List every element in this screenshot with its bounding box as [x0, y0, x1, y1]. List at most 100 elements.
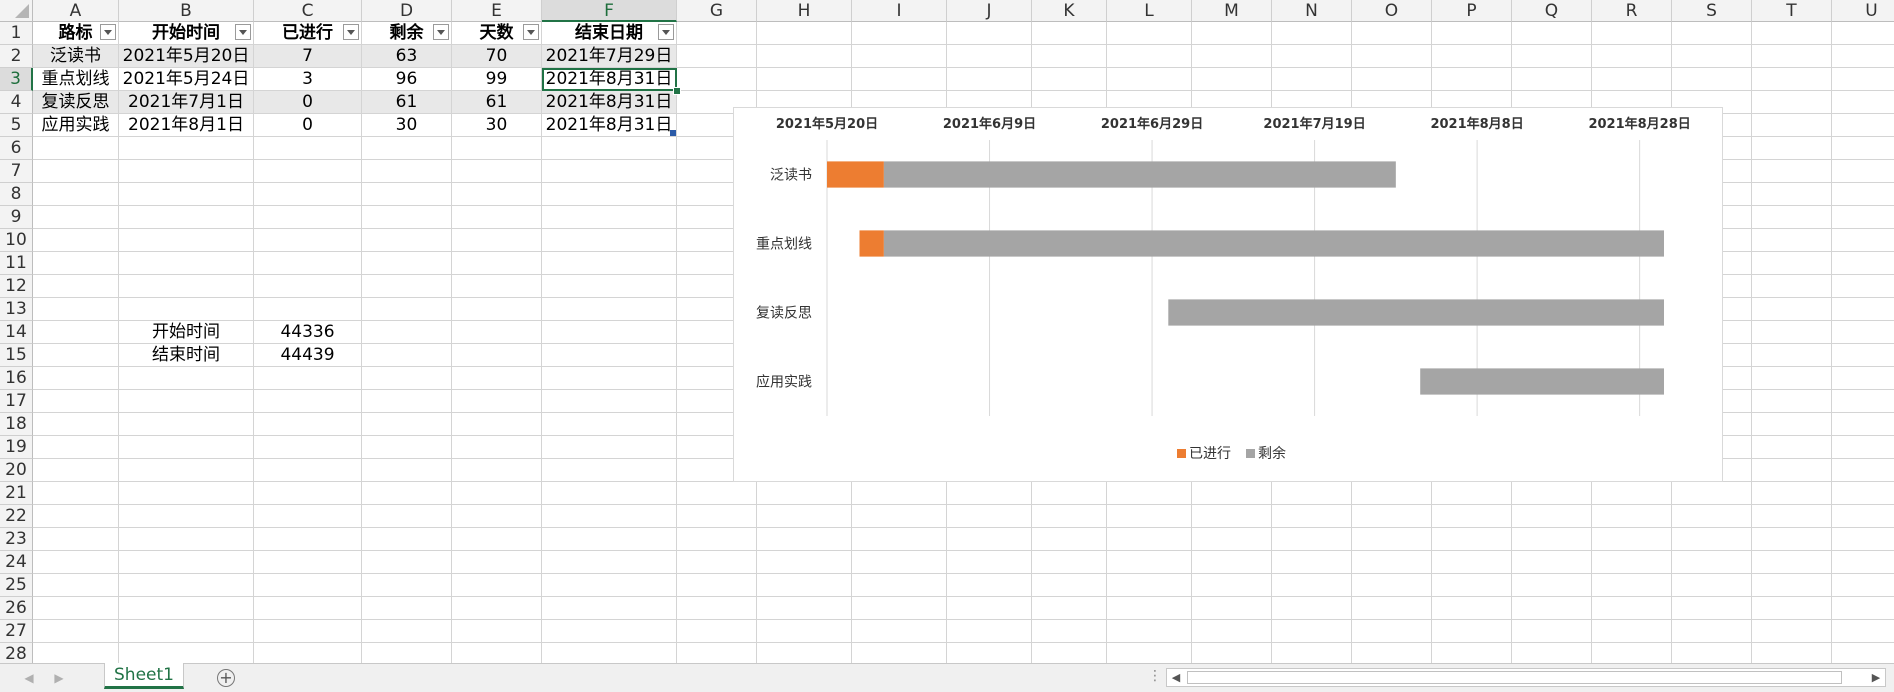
- cell[interactable]: [1752, 22, 1832, 45]
- cell[interactable]: [452, 229, 542, 252]
- cell[interactable]: [757, 505, 852, 528]
- cell[interactable]: [1832, 321, 1894, 344]
- cell[interactable]: [452, 597, 542, 620]
- cell[interactable]: [33, 321, 119, 344]
- cell[interactable]: [1192, 551, 1272, 574]
- cell[interactable]: [119, 206, 254, 229]
- cell[interactable]: [1512, 620, 1592, 643]
- cell[interactable]: [1752, 643, 1832, 663]
- cell[interactable]: [1192, 620, 1272, 643]
- cell[interactable]: [254, 528, 362, 551]
- cell[interactable]: [542, 620, 677, 643]
- cell[interactable]: [119, 390, 254, 413]
- cell[interactable]: [452, 482, 542, 505]
- filter-dropdown-icon[interactable]: [100, 24, 116, 40]
- cell[interactable]: [119, 229, 254, 252]
- cell[interactable]: [1752, 252, 1832, 275]
- row-header-1[interactable]: 1: [0, 22, 33, 45]
- cell[interactable]: [1832, 574, 1894, 597]
- cell[interactable]: [119, 413, 254, 436]
- filter-dropdown-icon[interactable]: [523, 24, 539, 40]
- cell[interactable]: [1832, 482, 1894, 505]
- table-cell[interactable]: 96: [362, 68, 452, 91]
- cell[interactable]: [1752, 597, 1832, 620]
- cell[interactable]: [362, 183, 452, 206]
- cell[interactable]: [1832, 436, 1894, 459]
- cell[interactable]: [33, 183, 119, 206]
- cell[interactable]: [1832, 551, 1894, 574]
- cell[interactable]: [33, 367, 119, 390]
- cell[interactable]: [1832, 160, 1894, 183]
- column-header-h[interactable]: H: [757, 0, 852, 22]
- cell[interactable]: [542, 459, 677, 482]
- cell[interactable]: [119, 574, 254, 597]
- cell[interactable]: [452, 183, 542, 206]
- cell[interactable]: [852, 551, 947, 574]
- cell[interactable]: [677, 597, 757, 620]
- cell[interactable]: [947, 551, 1032, 574]
- column-header-g[interactable]: G: [677, 0, 757, 22]
- table-header-cell[interactable]: 天数: [452, 22, 542, 45]
- bar-progress[interactable]: [827, 161, 884, 188]
- cell[interactable]: [947, 505, 1032, 528]
- cell[interactable]: [677, 528, 757, 551]
- cell[interactable]: [33, 160, 119, 183]
- bar-remaining[interactable]: [883, 230, 1664, 257]
- cell[interactable]: [452, 160, 542, 183]
- cell[interactable]: [452, 321, 542, 344]
- cell[interactable]: [362, 459, 452, 482]
- table-resize-handle[interactable]: [670, 130, 676, 136]
- cell[interactable]: [1512, 574, 1592, 597]
- cell[interactable]: [362, 344, 452, 367]
- column-header-q[interactable]: Q: [1512, 0, 1592, 22]
- sheet-tab-sheet1[interactable]: Sheet1: [104, 663, 184, 689]
- cell[interactable]: [452, 275, 542, 298]
- cell[interactable]: [362, 643, 452, 663]
- cell[interactable]: [1832, 459, 1894, 482]
- cell[interactable]: [1752, 183, 1832, 206]
- cell[interactable]: [1192, 643, 1272, 663]
- cell[interactable]: [757, 597, 852, 620]
- cell[interactable]: [1432, 528, 1512, 551]
- cell[interactable]: [33, 206, 119, 229]
- column-header-p[interactable]: P: [1432, 0, 1512, 22]
- cell[interactable]: [1832, 505, 1894, 528]
- cell[interactable]: [362, 367, 452, 390]
- cell[interactable]: [254, 413, 362, 436]
- row-header-17[interactable]: 17: [0, 390, 33, 413]
- cell[interactable]: [254, 390, 362, 413]
- cell[interactable]: [1192, 68, 1272, 91]
- cell[interactable]: [1832, 114, 1894, 137]
- table-cell[interactable]: 3: [254, 68, 362, 91]
- table-cell[interactable]: 30: [452, 114, 542, 137]
- cell[interactable]: [362, 505, 452, 528]
- cell[interactable]: [1032, 620, 1107, 643]
- cell[interactable]: [542, 252, 677, 275]
- cell[interactable]: [1752, 68, 1832, 91]
- cell[interactable]: [1192, 574, 1272, 597]
- cell[interactable]: [757, 22, 852, 45]
- cell[interactable]: [1752, 91, 1832, 114]
- cell[interactable]: [1107, 482, 1192, 505]
- cell[interactable]: [362, 229, 452, 252]
- table-cell[interactable]: 30: [362, 114, 452, 137]
- cell[interactable]: [1352, 574, 1432, 597]
- cell[interactable]: [1032, 22, 1107, 45]
- cell[interactable]: [452, 528, 542, 551]
- cell[interactable]: [1432, 505, 1512, 528]
- cell[interactable]: [33, 298, 119, 321]
- cell[interactable]: [1272, 620, 1352, 643]
- table-cell[interactable]: 61: [452, 91, 542, 114]
- cell[interactable]: [542, 574, 677, 597]
- cell[interactable]: [1512, 68, 1592, 91]
- cell[interactable]: [33, 574, 119, 597]
- cell[interactable]: [852, 620, 947, 643]
- cell[interactable]: [947, 597, 1032, 620]
- cell[interactable]: [947, 22, 1032, 45]
- cell[interactable]: [757, 574, 852, 597]
- column-header-t[interactable]: T: [1752, 0, 1832, 22]
- cell[interactable]: [542, 505, 677, 528]
- cell[interactable]: [542, 160, 677, 183]
- cell[interactable]: [452, 505, 542, 528]
- cell[interactable]: [1352, 482, 1432, 505]
